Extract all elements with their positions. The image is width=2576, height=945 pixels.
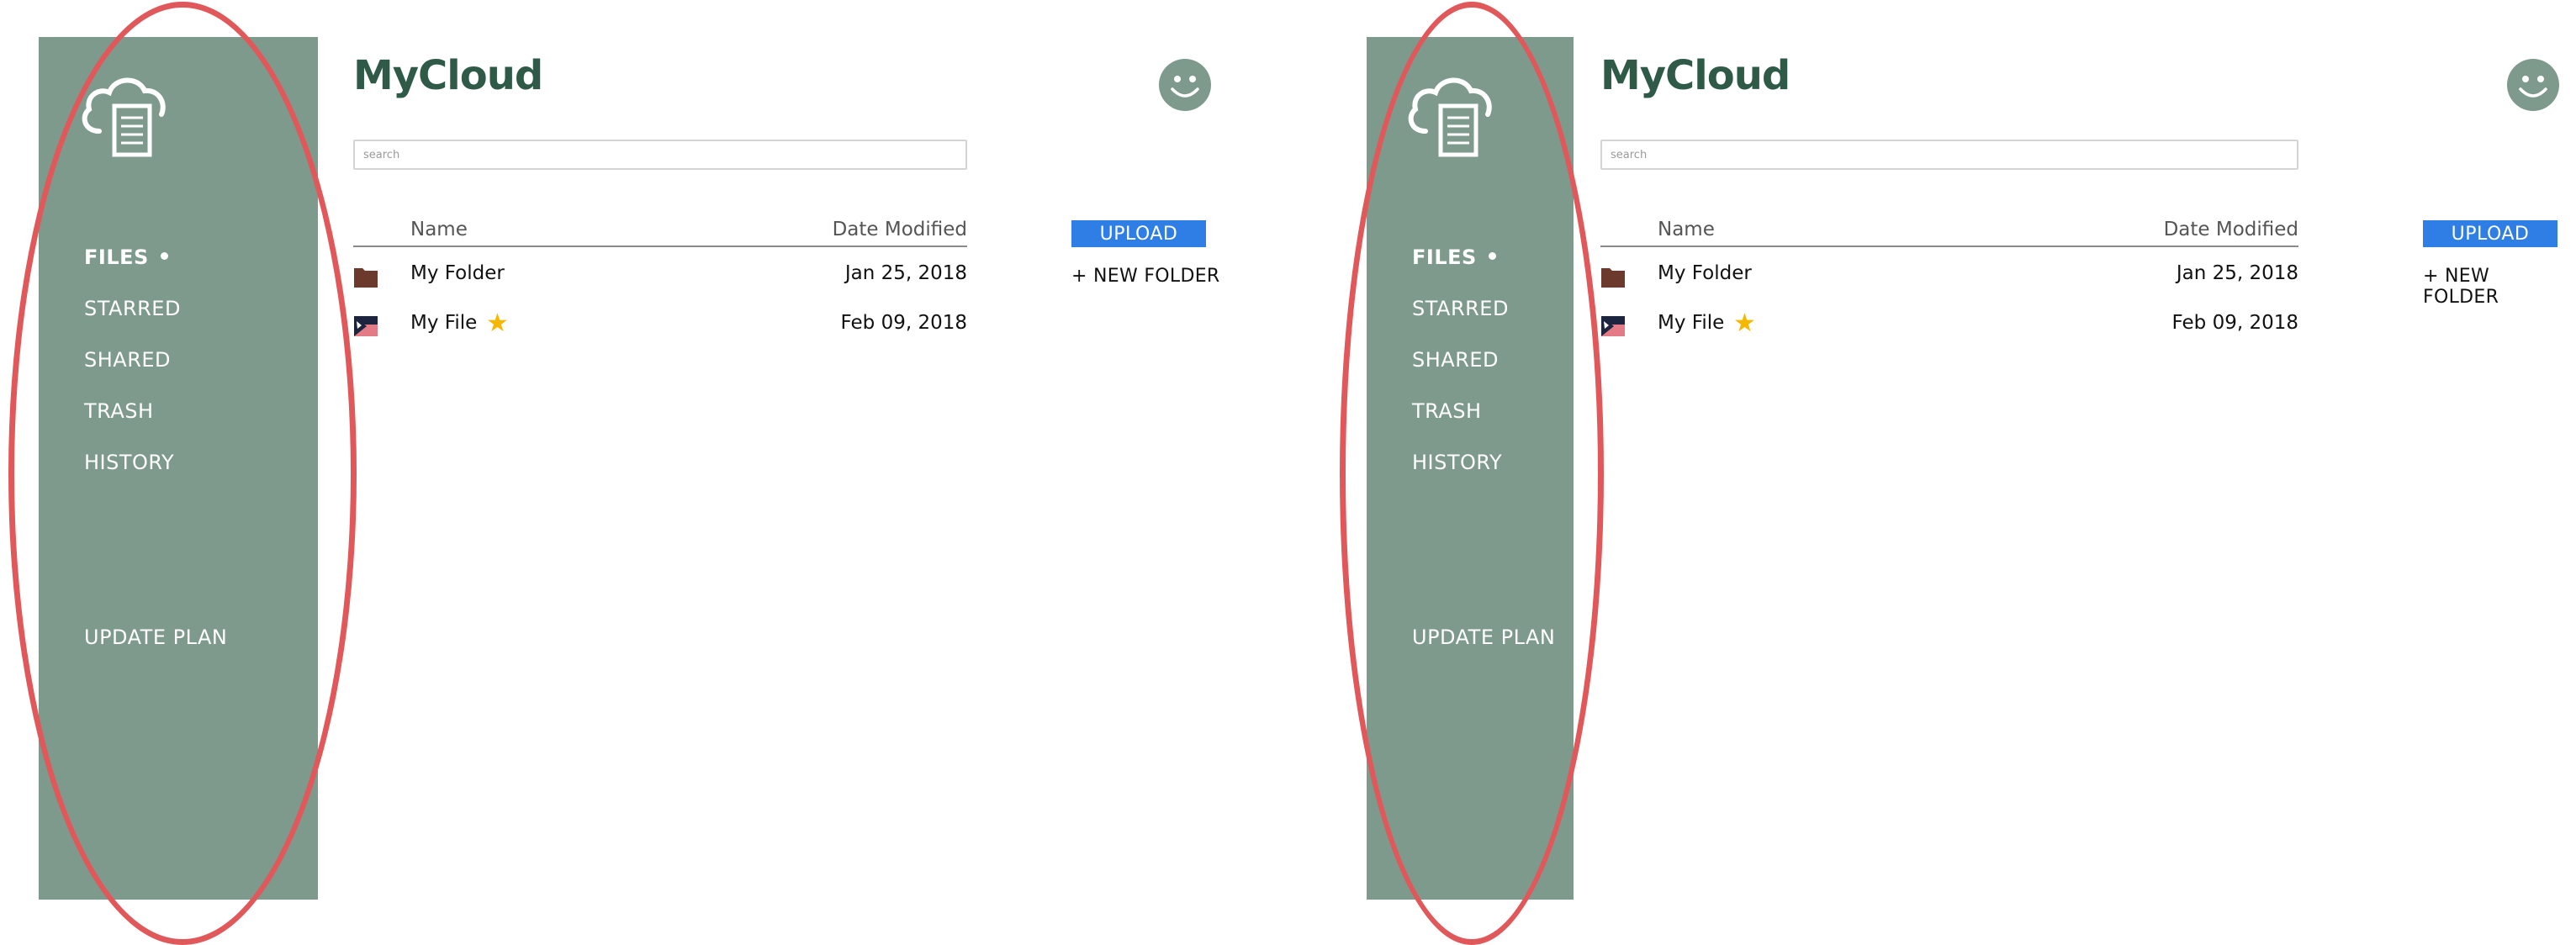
table-row[interactable]: My Folder Jan 25, 2018: [1600, 247, 2298, 297]
row-date: Jan 25, 2018: [844, 262, 967, 284]
sidebar-item-label: HISTORY: [1412, 451, 1503, 474]
file-table: Name Date Modified My Folder Jan 25, 201…: [1600, 217, 2298, 346]
sidebar-item-trash[interactable]: TRASH: [84, 386, 181, 437]
table-header: Name Date Modified: [1600, 217, 2298, 247]
search-input[interactable]: [353, 140, 967, 170]
row-date: Feb 09, 2018: [840, 312, 967, 334]
row-name: My Folder: [410, 262, 505, 284]
column-header-date-modified[interactable]: Date Modified: [833, 219, 967, 240]
sidebar: FILES STARRED SHARED TRASH HISTORY UPDAT…: [1367, 37, 1574, 900]
sidebar-item-files[interactable]: FILES: [1412, 232, 1509, 283]
sidebar-item-history[interactable]: HISTORY: [84, 437, 181, 488]
sidebar-nav: FILES STARRED SHARED TRASH HISTORY: [84, 232, 181, 488]
cloud-document-icon: [1408, 77, 1492, 157]
table-row[interactable]: My Folder Jan 25, 2018: [353, 247, 967, 297]
brand-title: MyCloud: [1600, 52, 1791, 99]
row-date: Feb 09, 2018: [2171, 312, 2298, 334]
cloud-document-icon: [82, 77, 166, 157]
right-screen: FILES STARRED SHARED TRASH HISTORY UPDAT…: [1288, 0, 2575, 945]
sidebar-item-label: TRASH: [1412, 399, 1482, 423]
sidebar-item-starred[interactable]: STARRED: [1412, 283, 1509, 335]
left-screen: FILES STARRED SHARED TRASH HISTORY UPDAT…: [0, 0, 1288, 945]
sidebar-nav: FILES STARRED SHARED TRASH HISTORY: [1412, 232, 1509, 488]
sidebar-item-label: FILES: [84, 245, 149, 269]
smiley-avatar-icon[interactable]: [2507, 59, 2559, 111]
sidebar-item-label: HISTORY: [84, 451, 175, 474]
row-name: My Folder: [1658, 262, 1752, 284]
sidebar-item-shared[interactable]: SHARED: [1412, 335, 1509, 386]
folder-icon: [354, 268, 378, 288]
smiley-avatar-icon[interactable]: [1159, 59, 1211, 111]
sidebar-item-files[interactable]: FILES: [84, 232, 181, 283]
sidebar-item-label: SHARED: [84, 348, 172, 372]
table-row[interactable]: My File ★ Feb 09, 2018: [1600, 297, 2298, 346]
file-table: Name Date Modified My Folder Jan 25, 201…: [353, 217, 967, 346]
sidebar-item-starred[interactable]: STARRED: [84, 283, 181, 335]
sidebar-item-trash[interactable]: TRASH: [1412, 386, 1509, 437]
column-header-date-modified[interactable]: Date Modified: [2164, 219, 2298, 240]
sidebar: FILES STARRED SHARED TRASH HISTORY UPDAT…: [39, 37, 318, 900]
sidebar-item-shared[interactable]: SHARED: [84, 335, 181, 386]
sidebar-item-label: SHARED: [1412, 348, 1500, 372]
upload-button[interactable]: UPLOAD: [1071, 220, 1206, 247]
file-thumbnail-icon: [354, 316, 378, 336]
main-content: MyCloud Name Date Modified My Folder Jan…: [353, 0, 1245, 943]
main-content: MyCloud Name Date Modified My Folder Jan…: [1600, 0, 2559, 943]
search-input[interactable]: [1600, 140, 2298, 170]
file-thumbnail-icon: [1601, 316, 1625, 336]
sidebar-item-label: FILES: [1412, 245, 1477, 269]
sidebar-item-label: STARRED: [84, 297, 181, 320]
sidebar-item-history[interactable]: HISTORY: [1412, 437, 1509, 488]
column-header-name[interactable]: Name: [1658, 219, 1715, 240]
new-folder-button[interactable]: + NEW FOLDER: [2423, 266, 2559, 308]
table-row[interactable]: My File ★ Feb 09, 2018: [353, 297, 967, 346]
sidebar-item-label: TRASH: [84, 399, 154, 423]
table-header: Name Date Modified: [353, 217, 967, 247]
sidebar-item-label: STARRED: [1412, 297, 1509, 320]
active-indicator-icon: [1488, 251, 1496, 260]
folder-icon: [1601, 268, 1625, 288]
row-name: My File: [1658, 312, 1725, 334]
star-icon[interactable]: ★: [486, 309, 509, 338]
update-plan-link[interactable]: UPDATE PLAN: [1412, 626, 1555, 649]
column-header-name[interactable]: Name: [410, 219, 468, 240]
row-name: My File: [410, 312, 478, 334]
active-indicator-icon: [160, 251, 168, 260]
new-folder-button[interactable]: + NEW FOLDER: [1071, 266, 1220, 287]
row-date: Jan 25, 2018: [2176, 262, 2298, 284]
brand-title: MyCloud: [353, 52, 543, 99]
upload-button[interactable]: UPLOAD: [2423, 220, 2557, 247]
star-icon[interactable]: ★: [1733, 309, 1756, 338]
update-plan-link[interactable]: UPDATE PLAN: [84, 626, 227, 649]
